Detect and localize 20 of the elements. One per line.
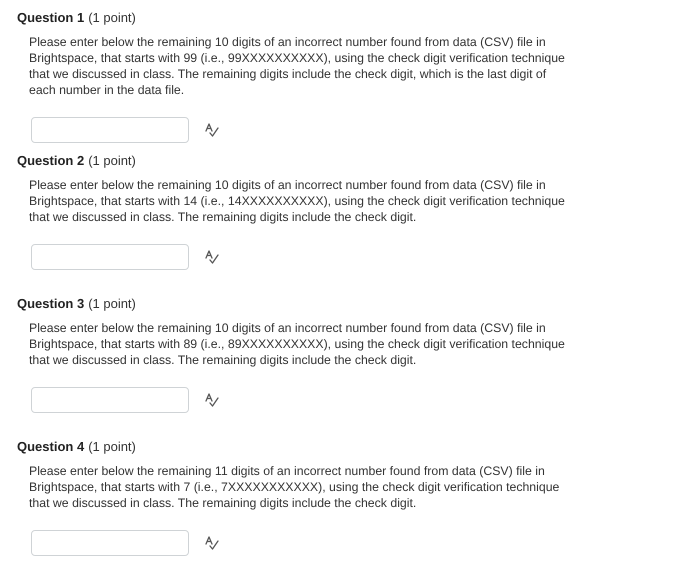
question-points: (1 point) [88,10,136,25]
question-prompt: Please enter below the remaining 10 digits of an incorrect number found from data (CSV) file in Brightspace, that starts with 14 (i.e., 14XXXXXXXXXX), using the check digit verification technique that we discussed in class. The remaining digits include the check digit. [29,177,566,225]
spell-check-icon[interactable] [205,250,219,264]
answer-field[interactable] [31,117,189,143]
answer-field[interactable] [31,530,189,556]
question-points: (1 point) [88,439,136,454]
answer-field[interactable] [31,244,189,270]
question-prompt: Please enter below the remaining 11 digits of an incorrect number found from data (CSV) file in Brightspace, that starts with 7 (i.e., 7XXXXXXXXXXX), using the check digit verification technique that we discussed in class. The remaining digits include the check digit. [29,463,560,511]
question-title: Question 4 [17,439,84,454]
question-title: Question 3 [17,296,84,311]
spell-check-icon[interactable] [205,393,219,407]
spell-check-icon[interactable] [205,123,219,137]
question-points: (1 point) [88,153,136,168]
spell-check-icon[interactable] [205,536,219,550]
question-prompt: Please enter below the remaining 10 digits of an incorrect number found from data (CSV) file in Brightspace, that starts with 99 (i.e., 99XXXXXXXXXX), using the check digit verification technique that we discussed in class. The remaining digits include the check digit, which is the last digit of each number in the data file. [29,34,566,98]
question-prompt: Please enter below the remaining 10 digits of an incorrect number found from data (CSV) file in Brightspace, that starts with 89 (i.e., 89XXXXXXXXXX), using the check digit verification technique that we discussed in class. The remaining digits include the check digit. [29,320,566,368]
question-title: Question 1 [17,10,84,25]
question-points: (1 point) [88,296,136,311]
answer-field[interactable] [31,387,189,413]
question-title: Question 2 [17,153,84,168]
